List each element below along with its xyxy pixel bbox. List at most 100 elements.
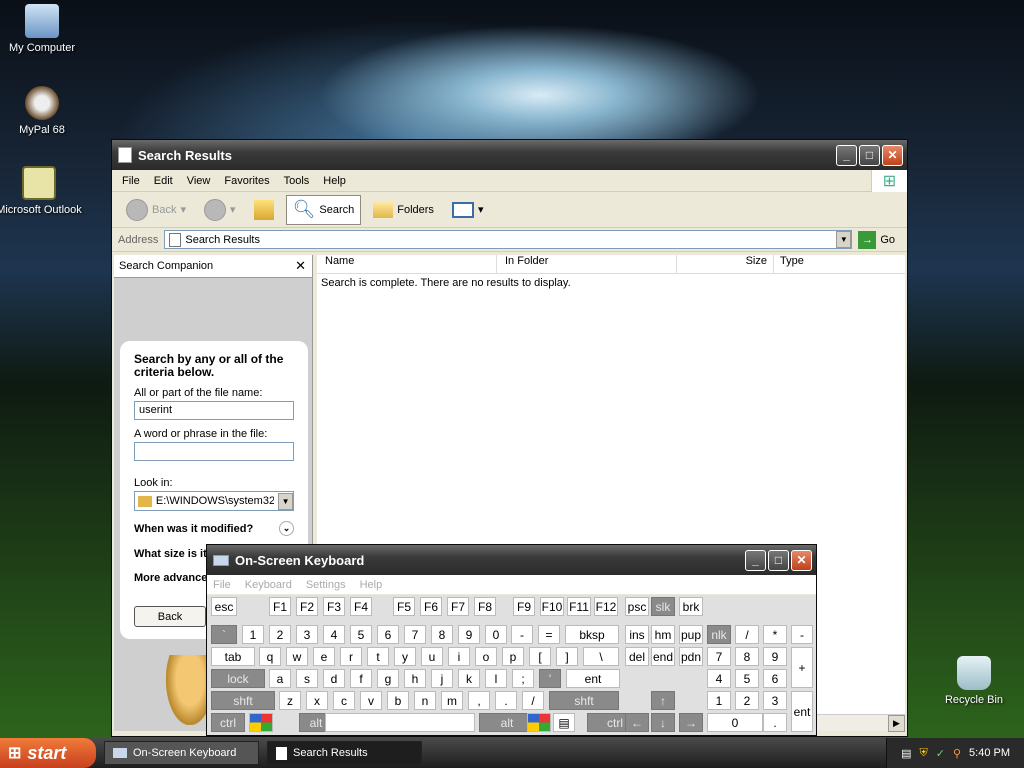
- desktop-icon-recycle-bin[interactable]: Recycle Bin: [932, 656, 1016, 706]
- osk-key[interactable]: d: [323, 669, 345, 688]
- column-name[interactable]: Name: [317, 255, 497, 273]
- osk-key[interactable]: y: [394, 647, 416, 666]
- osk-key[interactable]: pdn: [679, 647, 703, 666]
- osk-key[interactable]: 0: [485, 625, 507, 644]
- close-button[interactable]: ✕: [882, 144, 903, 166]
- osk-key[interactable]: i: [448, 647, 470, 666]
- osk-key[interactable]: tab: [211, 647, 255, 666]
- close-icon[interactable]: ✕: [295, 258, 306, 274]
- osk-menu-file[interactable]: File: [213, 579, 231, 591]
- osk-key[interactable]: 8: [431, 625, 453, 644]
- osk-key[interactable]: F4: [350, 597, 372, 616]
- osk-key[interactable]: ,: [468, 691, 490, 710]
- osk-key[interactable]: F10: [540, 597, 564, 616]
- osk-key[interactable]: F7: [447, 597, 469, 616]
- osk-key[interactable]: 3: [763, 691, 787, 710]
- forward-button[interactable]: ▾: [198, 195, 242, 225]
- osk-key[interactable]: s: [296, 669, 318, 688]
- osk-key[interactable]: end: [651, 647, 675, 666]
- menu-edit[interactable]: Edit: [154, 175, 173, 187]
- osk-key[interactable]: e: [313, 647, 335, 666]
- word-phrase-input[interactable]: [134, 442, 294, 461]
- osk-key[interactable]: ]: [556, 647, 578, 666]
- osk-key[interactable]: .: [495, 691, 517, 710]
- osk-key[interactable]: o: [475, 647, 497, 666]
- osk-key[interactable]: g: [377, 669, 399, 688]
- osk-key[interactable]: 3: [296, 625, 318, 644]
- osk-key[interactable]: hm: [651, 625, 675, 644]
- osk-key[interactable]: ;: [512, 669, 534, 688]
- folders-button[interactable]: Folders: [367, 195, 440, 225]
- scroll-right-icon[interactable]: ▶: [888, 715, 905, 732]
- osk-key[interactable]: z: [279, 691, 301, 710]
- osk-key[interactable]: ↓: [651, 713, 675, 732]
- osk-key[interactable]: lock: [211, 669, 265, 688]
- menu-key-icon[interactable]: ▤: [553, 713, 575, 732]
- search-tray-icon[interactable]: ⚲: [953, 747, 961, 760]
- desktop-icon-my-computer[interactable]: My Computer: [0, 4, 84, 54]
- osk-key[interactable]: F12: [594, 597, 618, 616]
- osk-key[interactable]: →: [679, 713, 703, 732]
- osk-key[interactable]: 9: [458, 625, 480, 644]
- osk-key[interactable]: ins: [625, 625, 649, 644]
- look-in-dropdown-icon[interactable]: ▼: [278, 492, 293, 510]
- desktop-icon-mypal[interactable]: MyPal 68: [0, 86, 84, 136]
- address-dropdown-icon[interactable]: ▼: [836, 231, 852, 248]
- osk-key[interactable]: shft: [211, 691, 275, 710]
- taskbar-osk[interactable]: On-Screen Keyboard: [104, 741, 259, 765]
- osk-key[interactable]: f: [350, 669, 372, 688]
- osk-key[interactable]: -: [511, 625, 533, 644]
- modified-toggle[interactable]: When was it modified? ⌄: [134, 521, 294, 536]
- osk-key[interactable]: /: [522, 691, 544, 710]
- osk-key[interactable]: 5: [735, 669, 759, 688]
- osk-key[interactable]: 4: [707, 669, 731, 688]
- osk-key[interactable]: w: [286, 647, 308, 666]
- osk-menu-keyboard[interactable]: Keyboard: [245, 579, 292, 591]
- osk-key[interactable]: ctrl: [211, 713, 245, 732]
- osk-key[interactable]: 5: [350, 625, 372, 644]
- osk-key[interactable]: F8: [474, 597, 496, 616]
- osk-key[interactable]: F9: [513, 597, 535, 616]
- osk-key[interactable]: x: [306, 691, 328, 710]
- column-type[interactable]: Type: [774, 255, 894, 273]
- osk-key[interactable]: h: [404, 669, 426, 688]
- osk-key[interactable]: n: [414, 691, 436, 710]
- osk-key[interactable]: shft: [549, 691, 619, 710]
- taskbar-search-results[interactable]: Search Results: [267, 741, 422, 765]
- osk-key[interactable]: 1: [242, 625, 264, 644]
- osk-key[interactable]: k: [458, 669, 480, 688]
- osk-key[interactable]: /: [735, 625, 759, 644]
- column-size[interactable]: Size: [677, 255, 774, 273]
- osk-key[interactable]: [: [529, 647, 551, 666]
- osk-menu-help[interactable]: Help: [360, 579, 383, 591]
- go-button[interactable]: → Go: [858, 230, 907, 249]
- osk-key[interactable]: r: [340, 647, 362, 666]
- osk-menu-settings[interactable]: Settings: [306, 579, 346, 591]
- network-icon[interactable]: ✓: [936, 747, 945, 760]
- maximize-button[interactable]: □: [859, 144, 880, 166]
- osk-key[interactable]: 2: [269, 625, 291, 644]
- security-shield-icon[interactable]: ⛨: [920, 747, 928, 760]
- minimize-button[interactable]: _: [836, 144, 857, 166]
- osk-key[interactable]: q: [259, 647, 281, 666]
- osk-key[interactable]: slk: [651, 597, 675, 616]
- back-button[interactable]: Back ▾: [120, 195, 192, 225]
- osk-key[interactable]: 1: [707, 691, 731, 710]
- osk-key[interactable]: brk: [679, 597, 703, 616]
- osk-key[interactable]: l: [485, 669, 507, 688]
- osk-key[interactable]: ent: [791, 691, 813, 732]
- osk-close-button[interactable]: ✕: [791, 549, 812, 571]
- keyboard-tray-icon[interactable]: ▤: [901, 747, 911, 760]
- osk-key[interactable]: 2: [735, 691, 759, 710]
- osk-key[interactable]: `: [211, 625, 237, 644]
- osk-key[interactable]: ↑: [651, 691, 675, 710]
- spacebar-key[interactable]: [325, 713, 475, 732]
- osk-key[interactable]: b: [387, 691, 409, 710]
- osk-key[interactable]: *: [763, 625, 787, 644]
- menu-tools[interactable]: Tools: [284, 175, 310, 187]
- menu-view[interactable]: View: [187, 175, 211, 187]
- osk-key[interactable]: ←: [625, 713, 649, 732]
- menu-help[interactable]: Help: [323, 175, 346, 187]
- osk-key[interactable]: F11: [567, 597, 591, 616]
- file-name-input[interactable]: userint: [134, 401, 294, 420]
